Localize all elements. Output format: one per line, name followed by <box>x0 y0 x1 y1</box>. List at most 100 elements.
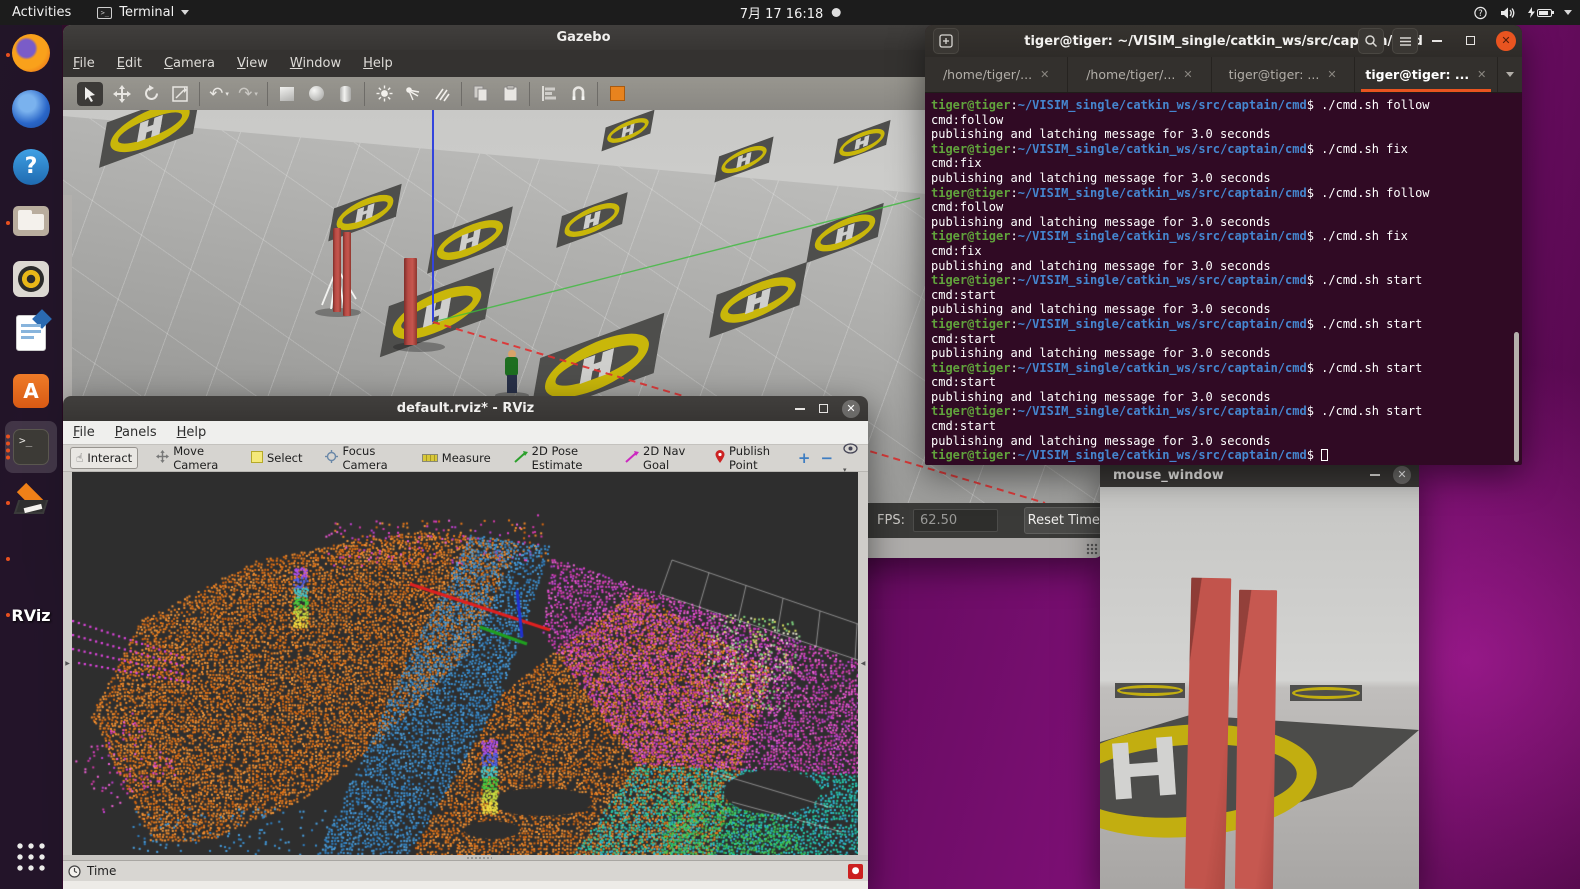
dock-item-unknown-app[interactable] <box>5 533 57 585</box>
time-panel-close-icon[interactable]: ● <box>848 864 863 879</box>
terminal-tab-1[interactable]: /home/tiger/...✕ <box>925 57 1068 92</box>
rviz-menu-help[interactable]: Help <box>177 425 207 440</box>
app-menu[interactable]: >_ Terminal <box>97 5 189 20</box>
tool-label: Select <box>267 451 302 465</box>
terminal-tab-2[interactable]: /home/tiger/...✕ <box>1068 57 1211 92</box>
directional-light-icon[interactable] <box>432 82 452 106</box>
tool-2d-nav-goal[interactable]: 2D Nav Goal <box>620 441 697 475</box>
paste-icon[interactable] <box>500 82 520 106</box>
terminal-titlebar[interactable]: tiger@tiger: ~/VISIM_single/catkin_ws/sr… <box>925 25 1522 57</box>
point-light-icon[interactable] <box>374 82 394 106</box>
building-editor-icon[interactable] <box>607 82 627 106</box>
dock-item-help[interactable]: ? <box>5 141 57 193</box>
terminal-line: cmd:start <box>931 419 1522 434</box>
tool-focus-camera[interactable]: Focus Camera <box>320 441 403 475</box>
close-icon[interactable]: ✕ <box>1393 466 1411 484</box>
tab-list-chevron-icon[interactable] <box>1498 57 1522 92</box>
tool-measure[interactable]: Measure <box>417 448 496 468</box>
clock-menu[interactable]: 7月 17 16:18 <box>740 3 841 22</box>
activities-button[interactable]: Activities <box>12 5 71 20</box>
dock-item-rhythmbox[interactable] <box>5 253 57 305</box>
terminal-scrollbar[interactable] <box>1514 332 1519 462</box>
fps-field[interactable]: 62.50 <box>913 509 998 532</box>
box-icon[interactable] <box>277 82 297 106</box>
fps-label: FPS: <box>877 513 905 528</box>
redo-icon[interactable]: ↷▾ <box>238 82 258 106</box>
views-panel-splitter[interactable]: ◀ <box>858 472 868 855</box>
dock-item-show-applications[interactable] <box>5 833 57 885</box>
minimize-icon[interactable] <box>1432 40 1442 42</box>
terminal-tab-4[interactable]: tiger@tiger: ...✕ <box>1355 57 1498 92</box>
tab-close-icon[interactable]: ✕ <box>1327 68 1336 81</box>
tool-move-camera[interactable]: Move Camera <box>151 441 233 475</box>
tool-2d-pose-estimate[interactable]: 2D Pose Estimate <box>509 441 607 475</box>
reset-time-button[interactable]: Reset Time <box>1024 507 1104 534</box>
gazebo-menu-camera[interactable]: Camera <box>164 56 215 71</box>
system-status-menu[interactable]: ? <box>1473 6 1572 20</box>
scale-icon[interactable] <box>170 82 190 106</box>
displays-panel-splitter[interactable]: ▶ <box>63 472 72 855</box>
rviz-menu-panels[interactable]: Panels <box>115 425 157 440</box>
gazebo-menu-window[interactable]: Window <box>290 56 341 71</box>
tool-publish-point[interactable]: Publish Point <box>710 441 785 475</box>
red-pillar <box>1185 578 1232 889</box>
minimize-icon[interactable] <box>1370 474 1380 476</box>
tab-close-icon[interactable]: ✕ <box>1183 68 1192 81</box>
terminal-line: cmd:start <box>931 332 1522 347</box>
tool-label: Interact <box>87 451 132 465</box>
gazebo-menu-view[interactable]: View <box>237 56 268 71</box>
red-pillar <box>343 232 351 316</box>
dock-item-libreoffice-writer[interactable] <box>5 309 57 361</box>
rviz-titlebar[interactable]: default.rviz* - RViz <box>63 396 868 421</box>
spot-light-icon[interactable] <box>403 82 423 106</box>
undo-icon[interactable]: ↶▾ <box>209 82 229 106</box>
gazebo-menu-help[interactable]: Help <box>363 56 393 71</box>
files-icon <box>13 206 49 240</box>
rviz-title: default.rviz* - RViz <box>397 401 534 416</box>
resize-grip[interactable] <box>1086 543 1098 555</box>
dock-item-ubuntu-software[interactable]: A <box>5 365 57 417</box>
copy-icon[interactable] <box>471 82 491 106</box>
translate-icon[interactable] <box>112 82 132 106</box>
dock-item-firefox[interactable] <box>5 29 57 81</box>
dock-item-files[interactable] <box>5 197 57 249</box>
rviz-menu-file[interactable]: File <box>73 425 95 440</box>
rviz-3d-viewport[interactable]: ▶ ◀ <box>63 472 868 855</box>
new-tab-icon[interactable] <box>933 28 959 54</box>
mouse-window-3d-view[interactable] <box>1100 487 1419 889</box>
gazebo-menu-file[interactable]: File <box>73 56 95 71</box>
maximize-icon[interactable] <box>819 404 828 413</box>
gazebo-menu-edit[interactable]: Edit <box>117 56 142 71</box>
menu-icon[interactable] <box>1392 28 1418 54</box>
close-icon[interactable]: ✕ <box>1496 31 1516 51</box>
terminal-tab-3[interactable]: tiger@tiger: ...✕ <box>1212 57 1355 92</box>
unknown-app-icon <box>13 539 49 579</box>
close-icon[interactable]: ✕ <box>842 400 860 418</box>
maximize-icon[interactable] <box>1466 36 1475 45</box>
dock-item-gazebo[interactable] <box>5 477 57 529</box>
tool-interact[interactable]: ☝Interact <box>70 447 138 469</box>
zoom-in-icon[interactable]: + <box>798 449 811 467</box>
minimize-icon[interactable] <box>795 408 805 410</box>
snap-icon[interactable] <box>568 82 588 106</box>
sphere-icon[interactable] <box>306 82 326 106</box>
firefox-icon <box>12 34 50 76</box>
zoom-out-icon[interactable]: − <box>820 449 833 467</box>
select-arrow-icon[interactable] <box>77 82 103 106</box>
cylinder-icon[interactable] <box>335 82 355 106</box>
terminal-line: cmd:follow <box>931 200 1522 215</box>
tab-close-icon[interactable]: ✕ <box>1477 68 1486 81</box>
dock-item-rviz[interactable]: RViz <box>5 589 57 641</box>
search-icon[interactable] <box>1358 28 1384 54</box>
tool-select[interactable]: Select <box>246 448 307 469</box>
nav-goal-arrow-icon <box>625 451 639 466</box>
terminal-output[interactable]: tiger@tiger:~/VISIM_single/catkin_ws/src… <box>925 93 1522 465</box>
align-icon[interactable] <box>539 82 559 106</box>
dock-item-thunderbird[interactable] <box>5 85 57 137</box>
eye-icon[interactable]: ▾ <box>843 440 858 476</box>
red-pillar <box>404 258 417 345</box>
rotate-icon[interactable] <box>141 82 161 106</box>
dock-item-terminal[interactable]: >_ <box>5 421 57 473</box>
terminal-line: cmd:fix <box>931 244 1522 259</box>
tab-close-icon[interactable]: ✕ <box>1040 68 1049 81</box>
